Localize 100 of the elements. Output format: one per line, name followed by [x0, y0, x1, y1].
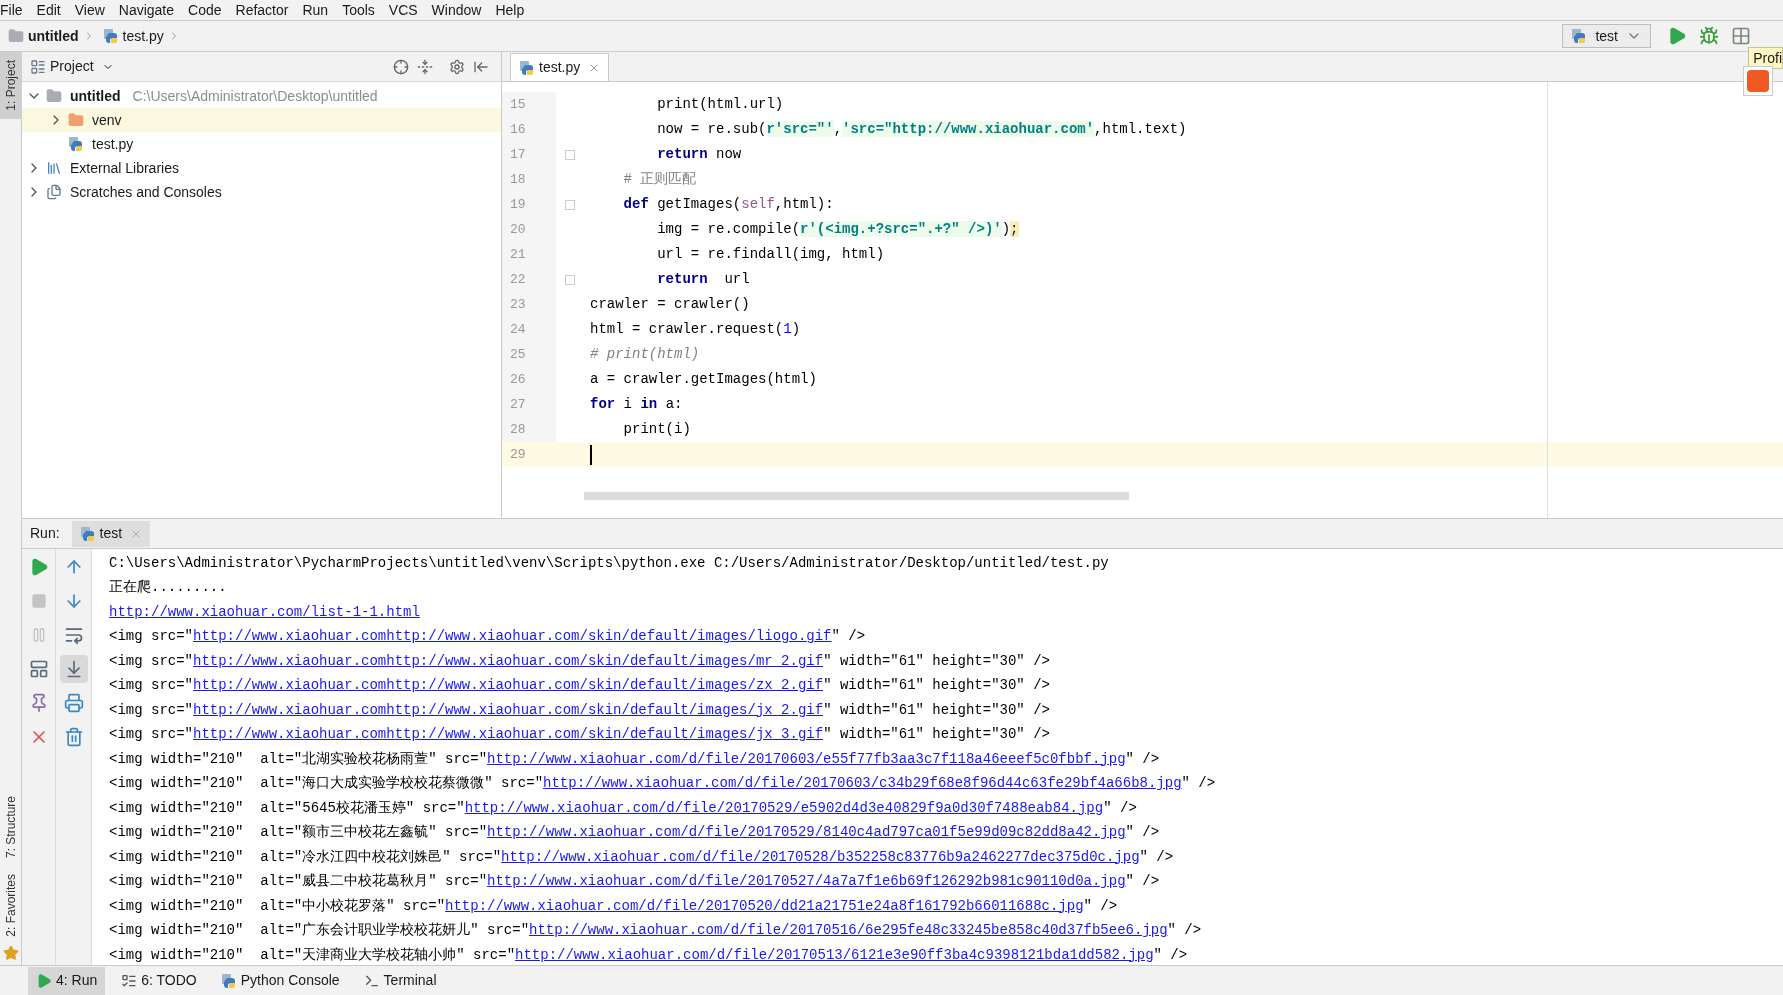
- code-line: print(i): [622, 420, 691, 439]
- code-line: # 正则匹配: [622, 170, 697, 189]
- project-view-selector[interactable]: Project: [30, 56, 114, 77]
- fold-marker-icon[interactable]: [565, 199, 575, 210]
- output-link[interactable]: http://www.xiaohuar.comhttp://www.xiaohuar.com/skin/default/images/jx_3.gif: [193, 724, 824, 746]
- debug-icon[interactable]: [1699, 26, 1719, 46]
- tree-item-path: C:\Users\Administrator\Desktop\untitled: [132, 86, 378, 106]
- tooltip: Profi: [1748, 47, 1783, 69]
- tree-item[interactable]: untitled C:\Users\Administrator\Desktop\untitled: [22, 84, 501, 108]
- breadcrumb[interactable]: test.py: [102, 25, 180, 47]
- line-number: 28: [510, 420, 526, 439]
- output-link[interactable]: http://www.xiaohuar.com/d/file/20170528/b352258c83776b9a2462277dec375d0c.jpg: [501, 846, 1140, 868]
- locate-icon[interactable]: [393, 58, 409, 75]
- code-line: img = re.compile(r'(<img.+?src=".+?" />)');: [656, 220, 1019, 239]
- breadcrumb-label: test.py: [122, 26, 164, 46]
- fold-marker-icon[interactable]: [565, 149, 575, 160]
- line-number: 24: [510, 320, 526, 339]
- line-number: 18: [510, 170, 526, 189]
- output-link[interactable]: http://www.xiaohuar.comhttp://www.xiaohuar.com/skin/default/images/zx_2.gif: [193, 675, 824, 697]
- code-line: def getImages(self,html):: [622, 195, 834, 214]
- line-number: 17: [510, 145, 526, 164]
- breadcrumb[interactable]: untitled: [8, 25, 95, 47]
- output-link[interactable]: http://www.xiaohuar.com/d/file/20170527/4a7a7f1e6b69f126292b981c90110d0a.jpg: [487, 871, 1126, 893]
- output-text: " width="61" height="30" />: [823, 725, 1050, 745]
- editor-tab[interactable]: test.py: [510, 53, 610, 81]
- menu-item[interactable]: Edit: [29, 0, 68, 20]
- line-number: 27: [510, 395, 526, 414]
- code-line: # print(html): [590, 345, 700, 364]
- output-text: " />: [1083, 896, 1118, 916]
- layout-icon[interactable]: [28, 659, 49, 679]
- run-icon[interactable]: [1667, 26, 1687, 46]
- output-text: " />: [1125, 749, 1160, 769]
- output-link[interactable]: http://www.xiaohuar.comhttp://www.xiaohuar.com/skin/default/images/mr_2.gif: [193, 650, 824, 672]
- output-text: <img width="210" alt="天津商业大学校花轴小帅" src=": [109, 945, 516, 965]
- horizontal-scrollbar[interactable]: [584, 492, 1129, 500]
- output-link[interactable]: http://www.xiaohuar.com/d/file/20170516/6e295fe48c33245be858c40d37fb5ee6.jpg: [529, 920, 1168, 942]
- side-tab[interactable]: 1: Project: [0, 52, 22, 119]
- menu-item[interactable]: View: [67, 0, 112, 20]
- output-link[interactable]: http://www.xiaohuar.com/d/file/20170520/dd21a21751e24a8f161792b66011688c.jpg: [445, 895, 1084, 917]
- soft-wrap-icon[interactable]: [63, 625, 84, 645]
- menu-item[interactable]: Tools: [335, 0, 382, 20]
- side-tab[interactable]: 7: Structure: [0, 788, 22, 867]
- printer-icon[interactable]: [63, 693, 84, 713]
- tool-window-tab[interactable]: 6: TODO: [113, 966, 205, 995]
- output-text: <img src=": [109, 725, 193, 745]
- line-number: 15: [510, 95, 526, 114]
- tree-item-label: External Libraries: [70, 158, 179, 178]
- side-tab[interactable]: 2: Favorites: [0, 866, 22, 945]
- tool-window-tab[interactable]: 4: Run: [28, 966, 106, 995]
- tree-item[interactable]: Scratches and Consoles: [22, 180, 501, 204]
- tool-window-tab[interactable]: Terminal: [355, 966, 445, 995]
- code-line: a = crawler.getImages(html): [590, 370, 817, 389]
- line-number: 23: [510, 295, 526, 314]
- output-link[interactable]: http://www.xiaohuar.comhttp://www.xiaohuar.com/skin/default/images/liogo.gif: [193, 626, 832, 648]
- menu-item[interactable]: VCS: [381, 0, 425, 20]
- menu-item[interactable]: Help: [488, 0, 532, 20]
- menu-item[interactable]: File: [0, 0, 30, 20]
- output-text: " width="61" height="30" />: [823, 700, 1050, 720]
- run-label: Run:: [30, 524, 60, 543]
- output-text: " />: [1125, 872, 1160, 892]
- star-icon[interactable]: [2, 945, 19, 961]
- coverage-icon[interactable]: [1731, 26, 1751, 46]
- output-link[interactable]: http://www.xiaohuar.comhttp://www.xiaohuar.com/skin/default/images/jx_2.gif: [193, 699, 824, 721]
- line-number: 19: [510, 195, 526, 214]
- output-text: 正在爬.........: [109, 578, 227, 598]
- todo-icon: [121, 972, 138, 989]
- run-tab[interactable]: test: [71, 520, 151, 547]
- output-link[interactable]: http://www.xiaohuar.com/d/file/20170513/6121e3e90ff3ba4c9398121bda1dd582.jpg: [515, 944, 1154, 965]
- python-file-icon: [68, 136, 84, 152]
- tree-item[interactable]: External Libraries: [22, 156, 501, 180]
- python-icon: [1571, 28, 1588, 44]
- library-icon: [46, 160, 62, 176]
- output-text: <img src=": [109, 627, 193, 647]
- menu-item[interactable]: Run: [295, 0, 336, 20]
- code-line: now = re.sub(r'src="','src="http://www.xiaohuar.com',html.text): [656, 120, 1187, 139]
- tree-item[interactable]: test.py: [22, 132, 501, 156]
- folder-icon: [46, 88, 62, 104]
- output-link[interactable]: http://www.xiaohuar.com/d/file/20170603/e55f77fb3aa3c7f118a46eeef5c0fbbf.jpg: [487, 748, 1126, 770]
- menu-item[interactable]: Navigate: [111, 0, 182, 20]
- folder-icon: [8, 28, 24, 44]
- output-link[interactable]: http://www.xiaohuar.com/d/file/20170529/e5902d4d3e40829f9a0d30f7488eab84.jpg: [464, 797, 1104, 819]
- trash-icon[interactable]: [63, 727, 84, 747]
- line-number: 25: [510, 345, 526, 364]
- output-link[interactable]: http://www.xiaohuar.com/d/file/20170529/8140c4ad797ca01f5e99d09c82dd8a42.jpg: [487, 822, 1126, 844]
- output-link[interactable]: http://www.xiaohuar.com/list-1-1.html: [109, 601, 420, 623]
- collapse-icon[interactable]: [417, 58, 433, 75]
- breadcrumb-label: untitled: [28, 26, 79, 46]
- code-line: print(html.url): [656, 95, 784, 114]
- menu-item[interactable]: Window: [424, 0, 489, 20]
- fold-marker-icon[interactable]: [565, 274, 575, 285]
- python-file-icon: [519, 59, 535, 76]
- python-icon: [79, 525, 96, 542]
- tool-window-tab[interactable]: Python Console: [212, 966, 348, 995]
- menu-item[interactable]: Code: [181, 0, 229, 20]
- settings-icon[interactable]: [449, 58, 465, 75]
- menu-item[interactable]: Refactor: [228, 0, 296, 20]
- output-link[interactable]: http://www.xiaohuar.com/d/file/20170603/c34b29f68e8f96d44c63fe29bf4a66b8.jpg: [543, 773, 1182, 795]
- run-config-dropdown[interactable]: test: [1562, 24, 1651, 48]
- line-number: 20: [510, 220, 526, 239]
- tree-item[interactable]: venv: [22, 108, 501, 132]
